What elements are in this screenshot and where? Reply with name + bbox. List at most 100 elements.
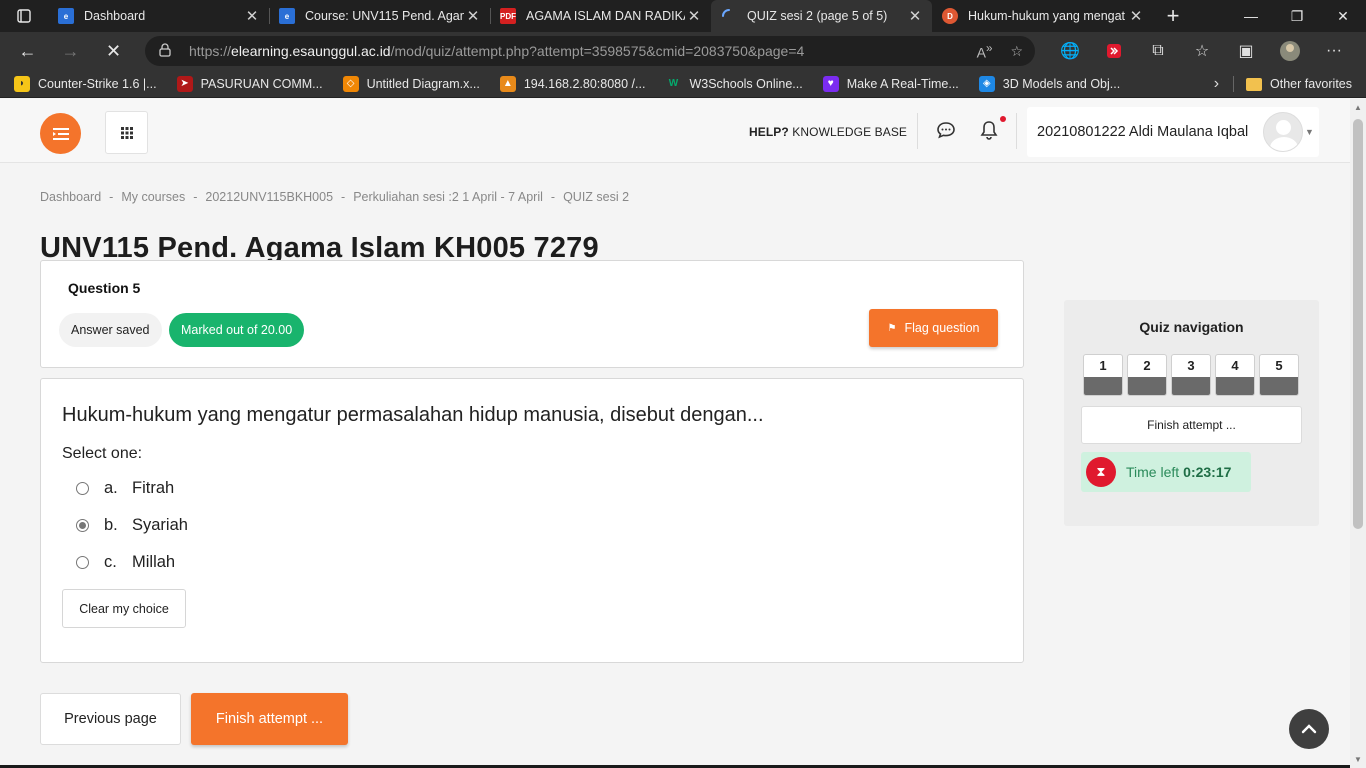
breadcrumb-quiz[interactable]: QUIZ sesi 2 xyxy=(563,190,629,204)
option-label: Millah xyxy=(132,552,176,571)
finish-attempt-button[interactable]: Finish attempt ... xyxy=(191,693,348,745)
answered-indicator xyxy=(1216,377,1254,395)
divider xyxy=(917,113,918,149)
profile-avatar-icon[interactable] xyxy=(1268,40,1312,62)
other-favorites[interactable]: › Other favorites xyxy=(1214,70,1352,98)
close-window-button[interactable]: ✕ xyxy=(1320,0,1366,32)
favorite-label: PASURUAN COMM... xyxy=(200,76,323,91)
question-number: Question 5 xyxy=(68,280,141,296)
scrollbar-thumb[interactable] xyxy=(1353,119,1363,529)
page-scrollbar[interactable]: ▲ ▼ xyxy=(1350,99,1366,768)
flag-question-button[interactable]: ⚑ Flag question xyxy=(869,309,998,347)
favorite-item[interactable]: ◇ Untitled Diagram.x... xyxy=(342,75,480,92)
duckduckgo-icon: D xyxy=(942,8,958,24)
divider xyxy=(1233,76,1235,92)
back-to-top-button[interactable] xyxy=(1289,709,1329,749)
extension-globe-icon[interactable]: 🌐 xyxy=(1048,41,1092,61)
chevron-right-icon[interactable]: › xyxy=(1214,75,1219,93)
tab-dashboard[interactable]: e Dashboard ✕ xyxy=(48,0,269,32)
quiz-nav-question-1[interactable]: 1 xyxy=(1083,354,1123,396)
url-path: /mod/quiz/attempt.php?attempt=3598575&cm… xyxy=(390,43,805,59)
notification-dot xyxy=(1000,116,1006,122)
breadcrumb-separator: - xyxy=(550,190,556,204)
address-bar[interactable]: https://elearning.esaunggul.ac.id/mod/qu… xyxy=(145,36,1035,66)
close-icon[interactable]: ✕ xyxy=(243,7,261,25)
drawer-toggle-button[interactable] xyxy=(40,113,81,154)
favorite-item[interactable]: ◗ Counter-Strike 1.6 |... xyxy=(14,75,157,92)
breadcrumb-section[interactable]: Perkuliahan sesi :2 1 April - 7 April xyxy=(353,190,543,204)
server-icon: ▲ xyxy=(499,75,516,92)
answered-indicator xyxy=(1084,377,1122,395)
previous-page-button[interactable]: Previous page xyxy=(40,693,181,745)
breadcrumb-course[interactable]: 20212UNV115BKH005 xyxy=(205,190,333,204)
favorite-item[interactable]: ◈ 3D Models and Obj... xyxy=(978,75,1120,92)
collections-icon[interactable]: ▣ xyxy=(1224,41,1268,61)
tab-title: Course: UNV115 Pend. Agam xyxy=(305,9,464,23)
tab-quiz[interactable]: QUIZ sesi 2 (page 5 of 5) ✕ xyxy=(711,0,932,32)
scroll-up-icon[interactable]: ▲ xyxy=(1354,103,1362,112)
quiz-nav-question-4[interactable]: 4 xyxy=(1215,354,1255,396)
favorite-item[interactable]: ▲ 194.168.2.80:8080 /... xyxy=(499,75,645,92)
question-number-label: 3 xyxy=(1187,358,1195,373)
favorite-item[interactable]: W W3Schools Online... xyxy=(665,76,803,92)
knowledge-base-label: KNOWLEDGE BASE xyxy=(788,125,908,139)
tab-actions-icon xyxy=(17,9,31,23)
status-badge: Answer saved xyxy=(59,313,162,347)
tab-actions-button[interactable] xyxy=(0,0,48,32)
forward-button[interactable]: → xyxy=(49,32,92,70)
avatar xyxy=(1263,112,1303,152)
favorites-bar: ◗ Counter-Strike 1.6 |... ➤ PASURUAN COMM.… xyxy=(0,70,1366,98)
breadcrumb-separator: - xyxy=(193,190,198,204)
more-menu-icon[interactable]: ··· xyxy=(1312,42,1356,60)
radio-button[interactable] xyxy=(76,555,89,569)
arrow-left-icon: ← xyxy=(18,40,37,61)
apps-button[interactable] xyxy=(105,111,148,154)
answer-option-b[interactable]: b. Syariah xyxy=(76,514,188,536)
page-viewport: HELP? KNOWLEDGE BASE 20210801222 Aldi Ma… xyxy=(0,99,1350,768)
tab-course[interactable]: e Course: UNV115 Pend. Agam ✕ xyxy=(269,0,490,32)
question-number-label: 5 xyxy=(1275,358,1283,373)
messages-icon[interactable] xyxy=(936,121,958,141)
plus-icon: + xyxy=(1166,3,1180,28)
user-name: 20210801222 Aldi Maulana Iqbal xyxy=(1037,124,1249,140)
quiz-nav-question-3[interactable]: 3 xyxy=(1171,354,1211,396)
notifications-bell-icon[interactable] xyxy=(980,116,1006,142)
favorite-star-icon[interactable]: ☆ xyxy=(1010,43,1023,60)
flag-question-label: Flag question xyxy=(904,321,980,335)
minimize-button[interactable]: — xyxy=(1228,0,1274,32)
breadcrumb-dashboard[interactable]: Dashboard xyxy=(40,190,101,204)
answer-option-c[interactable]: c. Millah xyxy=(76,551,175,573)
close-icon[interactable]: ✕ xyxy=(464,7,482,25)
close-icon[interactable]: ✕ xyxy=(685,7,703,25)
option-label: Fitrah xyxy=(132,478,175,497)
favorite-item[interactable]: ♥ Make A Real-Time... xyxy=(822,75,959,92)
back-button[interactable]: ← xyxy=(6,32,49,70)
restore-button[interactable]: ❐ xyxy=(1274,0,1320,32)
extensions-puzzle-icon[interactable]: ⧉ xyxy=(1136,42,1180,60)
favorites-icon[interactable]: ☆ xyxy=(1180,41,1224,61)
extension-red-icon[interactable] xyxy=(1092,43,1136,59)
quiz-nav-finish-attempt-link[interactable]: Finish attempt ... xyxy=(1081,406,1302,444)
scroll-down-icon[interactable]: ▼ xyxy=(1354,755,1362,764)
read-aloud-icon[interactable]: A» xyxy=(977,42,993,61)
breadcrumb-my-courses[interactable]: My courses xyxy=(121,190,185,204)
question-number-label: 4 xyxy=(1231,358,1239,373)
close-icon[interactable]: ✕ xyxy=(906,7,924,25)
tab-search[interactable]: D Hukum-hukum yang mengat ✕ xyxy=(932,0,1153,32)
user-menu[interactable]: 20210801222 Aldi Maulana Iqbal ▼ xyxy=(1027,107,1319,157)
quiz-timer: ⧗ Time left 0:23:17 xyxy=(1081,452,1251,492)
quiz-nav-question-2[interactable]: 2 xyxy=(1127,354,1167,396)
tab-pdf[interactable]: PDF AGAMA ISLAM DAN RADIKAL ✕ xyxy=(490,0,711,32)
caret-down-icon: ▼ xyxy=(1305,127,1314,137)
radio-button[interactable] xyxy=(76,481,89,495)
new-tab-button[interactable]: + xyxy=(1153,0,1193,32)
radio-button-selected[interactable] xyxy=(76,518,89,532)
quiz-nav-question-5[interactable]: 5 xyxy=(1259,354,1299,396)
question-number-label: 1 xyxy=(1099,358,1107,373)
favorite-item[interactable]: ➤ PASURUAN COMM... xyxy=(176,75,323,92)
help-knowledge-base-link[interactable]: HELP? KNOWLEDGE BASE xyxy=(749,125,907,139)
answer-option-a[interactable]: a. Fitrah xyxy=(76,477,174,499)
stop-button[interactable]: ✕ xyxy=(92,32,135,70)
clear-choice-button[interactable]: Clear my choice xyxy=(62,589,186,628)
close-icon[interactable]: ✕ xyxy=(1127,7,1145,25)
